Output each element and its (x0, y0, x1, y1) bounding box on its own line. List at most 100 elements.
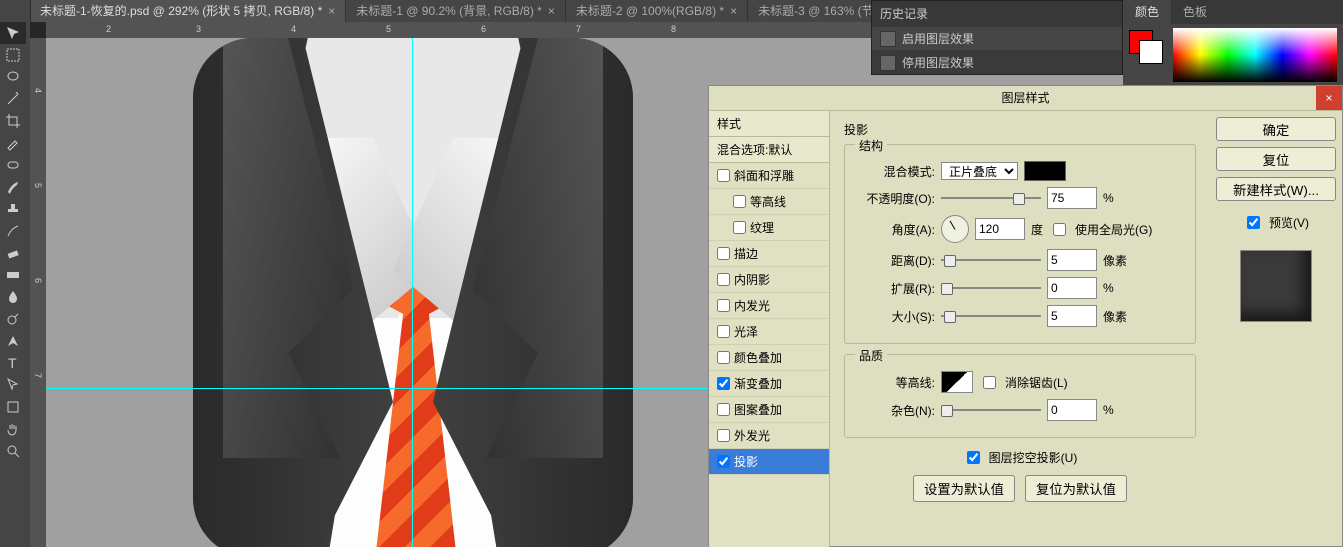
group-title: 品质 (855, 347, 887, 364)
style-check[interactable] (733, 221, 746, 234)
blend-mode-select[interactable]: 正片叠底 (941, 162, 1018, 180)
style-color-overlay[interactable]: 颜色叠加 (709, 345, 829, 371)
tab-swatches[interactable]: 色板 (1171, 0, 1219, 24)
style-check[interactable] (717, 377, 730, 390)
ruler-tick: 3 (196, 24, 201, 34)
noise-input[interactable] (1047, 399, 1097, 421)
cancel-button[interactable]: 复位 (1216, 147, 1336, 171)
ruler-tick: 5 (386, 24, 391, 34)
tab-label: 未标题-2 @ 100%(RGB/8) * (576, 0, 724, 22)
ruler-tick: 6 (33, 278, 43, 283)
shadow-color-swatch[interactable] (1024, 161, 1066, 181)
size-slider[interactable] (941, 309, 1041, 323)
move-tool[interactable] (0, 22, 26, 44)
lasso-tool[interactable] (0, 66, 26, 88)
style-inner-shadow[interactable]: 内阴影 (709, 267, 829, 293)
style-check[interactable] (717, 455, 730, 468)
reset-default-button[interactable]: 复位为默认值 (1025, 475, 1127, 502)
color-spectrum[interactable] (1173, 28, 1337, 82)
style-inner-glow[interactable]: 内发光 (709, 293, 829, 319)
guide-vertical[interactable] (412, 38, 413, 547)
spread-slider[interactable] (941, 281, 1041, 295)
close-icon[interactable]: × (328, 0, 335, 22)
artwork-icon (193, 38, 633, 547)
unit: % (1103, 403, 1114, 417)
gradient-tool[interactable] (0, 264, 26, 286)
style-bevel[interactable]: 斜面和浮雕 (709, 163, 829, 189)
doc-tab-0[interactable]: 未标题-1-恢复的.psd @ 292% (形状 5 拷贝, RGB/8) *× (30, 0, 346, 22)
doc-tab-1[interactable]: 未标题-1 @ 90.2% (背景, RGB/8) *× (346, 0, 566, 22)
style-satin[interactable]: 光泽 (709, 319, 829, 345)
close-icon[interactable]: × (548, 0, 555, 22)
pen-tool[interactable] (0, 330, 26, 352)
style-check[interactable] (717, 169, 730, 182)
history-item[interactable]: 停用图层效果 (872, 50, 1122, 74)
unit: 像素 (1103, 308, 1127, 325)
antialias-label: 消除锯齿(L) (1005, 374, 1068, 391)
hand-tool[interactable] (0, 418, 26, 440)
close-icon[interactable]: × (730, 0, 737, 22)
ruler-vertical[interactable]: 4 5 6 7 (30, 38, 47, 547)
crop-tool[interactable] (0, 110, 26, 132)
preview-check[interactable] (1247, 216, 1260, 229)
zoom-tool[interactable] (0, 440, 26, 462)
background-swatch[interactable] (1139, 40, 1163, 64)
close-button[interactable]: × (1316, 86, 1342, 110)
style-check[interactable] (717, 299, 730, 312)
size-input[interactable] (1047, 305, 1097, 327)
eyedropper-tool[interactable] (0, 132, 26, 154)
distance-slider[interactable] (941, 253, 1041, 267)
doc-tab-2[interactable]: 未标题-2 @ 100%(RGB/8) * × (566, 0, 748, 22)
ruler-tick: 2 (106, 24, 111, 34)
ruler-tick: 8 (671, 24, 676, 34)
dodge-tool[interactable] (0, 308, 26, 330)
style-drop-shadow[interactable]: 投影 (709, 449, 829, 475)
style-label: 颜色叠加 (734, 349, 782, 366)
opacity-input[interactable] (1047, 187, 1097, 209)
history-brush-tool[interactable] (0, 220, 26, 242)
style-list-header[interactable]: 样式 (709, 111, 829, 137)
style-gradient-overlay[interactable]: 渐变叠加 (709, 371, 829, 397)
style-check[interactable] (717, 351, 730, 364)
stamp-tool[interactable] (0, 198, 26, 220)
wand-tool[interactable] (0, 88, 26, 110)
distance-input[interactable] (1047, 249, 1097, 271)
shape-tool[interactable] (0, 396, 26, 418)
style-check[interactable] (733, 195, 746, 208)
make-default-button[interactable]: 设置为默认值 (913, 475, 1015, 502)
heal-tool[interactable] (0, 154, 26, 176)
style-check[interactable] (717, 247, 730, 260)
history-item[interactable]: 启用图层效果 (872, 26, 1122, 50)
new-style-button[interactable]: 新建样式(W)... (1216, 177, 1336, 201)
spread-input[interactable] (1047, 277, 1097, 299)
marquee-tool[interactable] (0, 44, 26, 66)
style-label: 光泽 (734, 323, 758, 340)
angle-label: 角度(A): (855, 221, 935, 238)
type-tool[interactable]: T (0, 352, 26, 374)
angle-input[interactable] (975, 218, 1025, 240)
style-check[interactable] (717, 429, 730, 442)
style-check[interactable] (717, 325, 730, 338)
style-check[interactable] (717, 273, 730, 286)
style-label: 纹理 (750, 219, 774, 236)
blend-default[interactable]: 混合选项:默认 (709, 137, 829, 163)
ok-button[interactable]: 确定 (1216, 117, 1336, 141)
style-texture[interactable]: 纹理 (709, 215, 829, 241)
blur-tool[interactable] (0, 286, 26, 308)
angle-dial[interactable] (941, 215, 969, 243)
global-light-check[interactable] (1053, 223, 1066, 236)
style-check[interactable] (717, 403, 730, 416)
noise-slider[interactable] (941, 403, 1041, 417)
tab-color[interactable]: 颜色 (1123, 0, 1171, 24)
opacity-slider[interactable] (941, 191, 1041, 205)
contour-picker[interactable] (941, 371, 973, 393)
knockout-check[interactable] (967, 451, 980, 464)
style-contour[interactable]: 等高线 (709, 189, 829, 215)
style-pattern-overlay[interactable]: 图案叠加 (709, 397, 829, 423)
style-outer-glow[interactable]: 外发光 (709, 423, 829, 449)
antialias-check[interactable] (983, 376, 996, 389)
brush-tool[interactable] (0, 176, 26, 198)
style-stroke[interactable]: 描边 (709, 241, 829, 267)
eraser-tool[interactable] (0, 242, 26, 264)
path-select-tool[interactable] (0, 374, 26, 396)
